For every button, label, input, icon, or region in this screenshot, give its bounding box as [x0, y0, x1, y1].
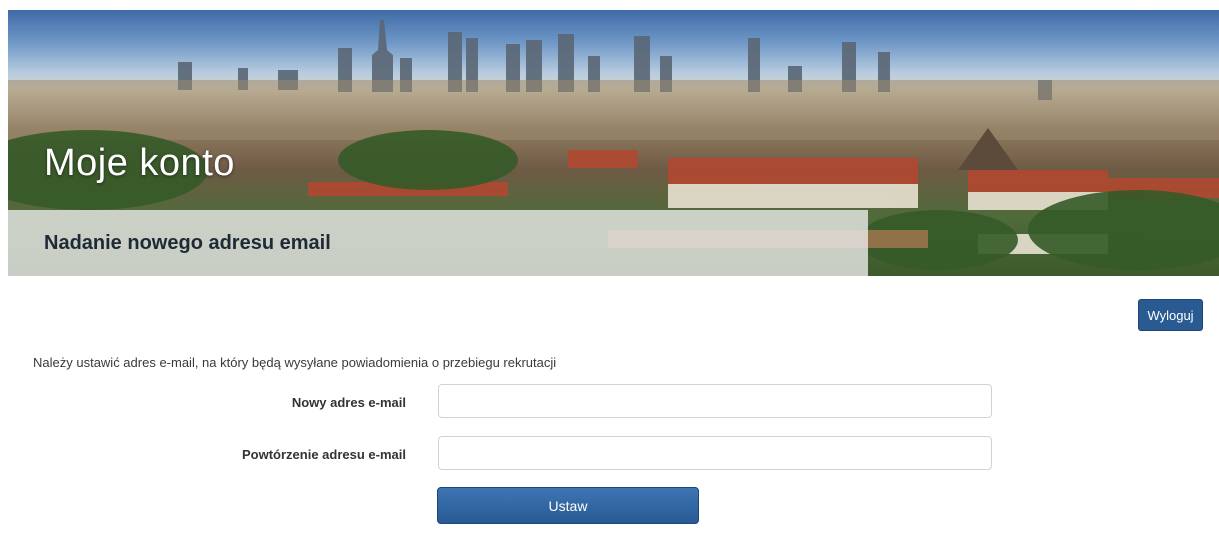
new-email-input[interactable] — [438, 384, 992, 418]
page-subtitle: Nadanie nowego adresu email — [44, 232, 331, 254]
repeat-email-input[interactable] — [438, 436, 992, 470]
email-label: Nowy adres e-mail — [291, 395, 406, 410]
page-title: Moje konto — [44, 142, 235, 184]
hero-banner: Moje konto Nadanie nowego adresu email — [8, 10, 1219, 276]
logout-button[interactable]: Wyloguj — [1138, 299, 1203, 331]
repeat-email-label: Powtórzenie adresu e-mail — [242, 447, 406, 462]
info-text: Należy ustawić adres e-mail, na który bę… — [33, 355, 557, 370]
page: Moje konto Nadanie nowego adresu email W… — [8, 10, 1219, 554]
set-button[interactable]: Ustaw — [437, 487, 699, 524]
